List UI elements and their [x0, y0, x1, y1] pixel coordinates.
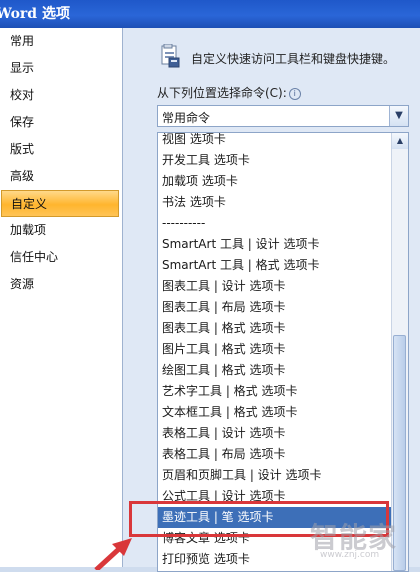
panel-header: 自定义快速访问工具栏和键盘快捷键。 [191, 52, 396, 66]
sidebar-item-resources[interactable]: 资源 [0, 271, 122, 298]
commands-source-select[interactable]: 常用命令 ▼ [157, 105, 409, 127]
window-title: Word 选项 [0, 6, 70, 22]
choose-commands-label: 从下列位置选择命令(C): i [157, 84, 301, 101]
sidebar-item-display[interactable]: 显示 [0, 55, 122, 82]
options-sidebar: 常用 显示 校对 保存 版式 高级 自定义 加载项 信任中心 资源 [0, 28, 123, 567]
toolbar-customize-icon [161, 44, 180, 68]
list-item[interactable]: 视图 选项卡 [158, 133, 392, 150]
chevron-down-icon[interactable]: ▼ [389, 106, 408, 126]
list-item[interactable]: 页眉和页脚工具 | 设计 选项卡 [158, 465, 392, 486]
sidebar-item-common[interactable]: 常用 [0, 28, 122, 55]
sidebar-item-trust-center[interactable]: 信任中心 [0, 244, 122, 271]
sidebar-item-layout[interactable]: 版式 [0, 136, 122, 163]
scroll-up-icon[interactable]: ▲ [392, 133, 408, 149]
sidebar-item-save[interactable]: 保存 [0, 109, 122, 136]
sidebar-item-proofing[interactable]: 校对 [0, 82, 122, 109]
sidebar-item-addins[interactable]: 加载项 [0, 217, 122, 244]
list-item[interactable]: 图表工具 | 布局 选项卡 [158, 297, 392, 318]
watermark-url: www.znj.com [320, 550, 380, 560]
list-scrollbar[interactable]: ▲ [391, 133, 408, 571]
info-icon[interactable]: i [288, 88, 301, 100]
list-item[interactable]: 绘图工具 | 格式 选项卡 [158, 360, 392, 381]
list-item[interactable]: SmartArt 工具 | 设计 选项卡 [158, 234, 392, 255]
list-item[interactable]: 开发工具 选项卡 [158, 150, 392, 171]
list-separator: ---------- [162, 216, 206, 230]
list-item[interactable]: 加载项 选项卡 [158, 171, 392, 192]
sidebar-item-advanced[interactable]: 高级 [0, 163, 122, 190]
list-item[interactable]: 图表工具 | 设计 选项卡 [158, 276, 392, 297]
list-item[interactable]: 表格工具 | 布局 选项卡 [158, 444, 392, 465]
list-item[interactable]: 图表工具 | 格式 选项卡 [158, 318, 392, 339]
choose-commands-text: 从下列位置选择命令(C): [157, 86, 287, 100]
list-item[interactable]: 文本框工具 | 格式 选项卡 [158, 402, 392, 423]
annotation-arrow-icon [94, 538, 132, 570]
list-item[interactable]: SmartArt 工具 | 格式 选项卡 [158, 255, 392, 276]
list-item[interactable]: 艺术字工具 | 格式 选项卡 [158, 381, 392, 402]
select-value: 常用命令 [162, 111, 211, 125]
sidebar-item-customize[interactable]: 自定义 [1, 190, 119, 217]
list-item[interactable]: 图片工具 | 格式 选项卡 [158, 339, 392, 360]
list-item[interactable]: 表格工具 | 设计 选项卡 [158, 423, 392, 444]
list-item[interactable]: 书法 选项卡 [158, 192, 392, 213]
customize-panel: 自定义快速访问工具栏和键盘快捷键。 从下列位置选择命令(C): i 常用命令 ▼ … [123, 28, 420, 572]
title-bar: Word 选项 [0, 0, 420, 28]
watermark: 智能家 www.znj.com [306, 516, 420, 567]
